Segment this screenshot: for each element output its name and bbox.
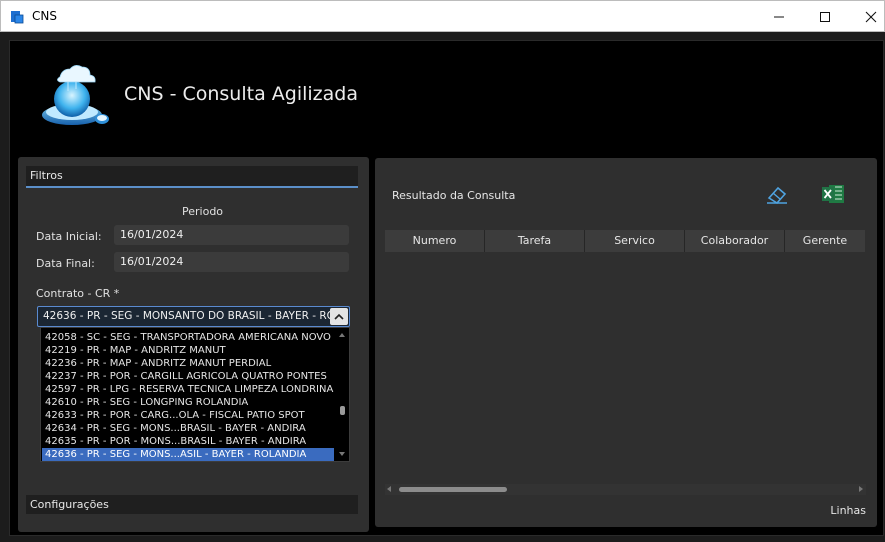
contrato-dropdown-list: 42058 - SC - SEG - TRANSPORTADORA AMERIC… [40, 327, 350, 462]
config-header[interactable]: Configurações [26, 495, 358, 514]
window-title: CNS [32, 9, 57, 23]
main-frame: CNS - Consulta Agilizada Filtros Periodo… [9, 40, 884, 536]
column-header[interactable]: Numero [385, 230, 485, 252]
contrato-selected-value: 42636 - PR - SEG - MONSANTO DO BRASIL - … [43, 310, 350, 322]
horizontal-scrollbar[interactable] [385, 484, 866, 495]
app-icon [11, 11, 24, 24]
results-panel: Resultado da Consulta Numero Tarefa Servic… [375, 158, 877, 527]
dropdown-option[interactable]: 42635 - PR - POR - MONS...BRASIL - BAYER… [42, 435, 334, 448]
maximize-button[interactable] [802, 1, 848, 32]
minimize-button[interactable] [756, 1, 802, 32]
eraser-icon[interactable] [763, 182, 791, 206]
app-title: CNS - Consulta Agilizada [124, 83, 358, 105]
window-titlebar: CNS [0, 0, 885, 32]
excel-icon[interactable] [821, 183, 845, 205]
dropdown-option[interactable]: 42610 - PR - SEG - LONGPING ROLANDIA [42, 396, 334, 409]
maximize-icon [820, 11, 830, 22]
cloud-database-icon [42, 65, 109, 125]
dropdown-option[interactable]: 42236 - PR - MAP - ANDRITZ MANUT PERDIAL [42, 357, 334, 370]
column-header[interactable]: Servico [585, 230, 685, 252]
dropdown-option[interactable]: 42634 - PR - SEG - MONS...BRASIL - BAYER… [42, 422, 334, 435]
scroll-down-arrow-icon[interactable] [339, 452, 345, 456]
minimize-icon [774, 16, 784, 17]
close-button[interactable] [848, 1, 885, 32]
chevron-up-icon [334, 313, 344, 320]
scrollbar-thumb[interactable] [340, 406, 345, 415]
dropdown-option[interactable]: 42636 - PR - SEG - MONS...ASIL - BAYER -… [42, 448, 334, 461]
dropdown-scrollbar[interactable] [337, 330, 348, 459]
data-inicial-field[interactable]: 16/01/2024 [114, 225, 349, 245]
results-table-header: Numero Tarefa Servico Colaborador Gerente [385, 230, 865, 252]
row-count-label: Linhas [830, 504, 866, 517]
dropdown-options: 42058 - SC - SEG - TRANSPORTADORA AMERIC… [42, 331, 334, 461]
dropdown-option[interactable]: 42597 - PR - LPG - RESERVA TECNICA LIMPE… [42, 383, 334, 396]
data-final-field[interactable]: 16/01/2024 [114, 252, 349, 272]
filters-panel: Filtros Periodo Data Inicial: 16/01/2024… [18, 157, 369, 532]
scroll-up-arrow-icon[interactable] [339, 333, 345, 337]
scroll-right-arrow-icon[interactable] [859, 486, 863, 492]
dropdown-option[interactable]: 42237 - PR - POR - CARGILL AGRICOLA QUAT… [42, 370, 334, 383]
dropdown-option[interactable]: 42219 - PR - MAP - ANDRITZ MANUT [42, 344, 334, 357]
window-client: CNS - Consulta Agilizada Filtros Periodo… [0, 32, 885, 542]
data-inicial-label: Data Inicial: [36, 230, 102, 243]
scrollbar-thumb[interactable] [399, 487, 507, 492]
column-header[interactable]: Tarefa [485, 230, 585, 252]
close-icon [865, 11, 877, 22]
data-final-label: Data Final: [36, 257, 95, 270]
results-title: Resultado da Consulta [392, 189, 516, 202]
column-header[interactable]: Colaborador [685, 230, 785, 252]
dropdown-option[interactable]: 42633 - PR - POR - CARG...OLA - FISCAL P… [42, 409, 334, 422]
contrato-label: Contrato - CR * [36, 287, 120, 300]
contrato-select[interactable]: 42636 - PR - SEG - MONSANTO DO BRASIL - … [37, 306, 350, 327]
dropdown-toggle-button[interactable] [330, 308, 348, 325]
periodo-label: Periodo [182, 205, 224, 218]
scroll-left-arrow-icon[interactable] [387, 486, 391, 492]
filters-header: Filtros [26, 166, 358, 188]
column-header[interactable]: Gerente [785, 230, 865, 252]
dropdown-option[interactable]: 42058 - SC - SEG - TRANSPORTADORA AMERIC… [42, 331, 334, 344]
